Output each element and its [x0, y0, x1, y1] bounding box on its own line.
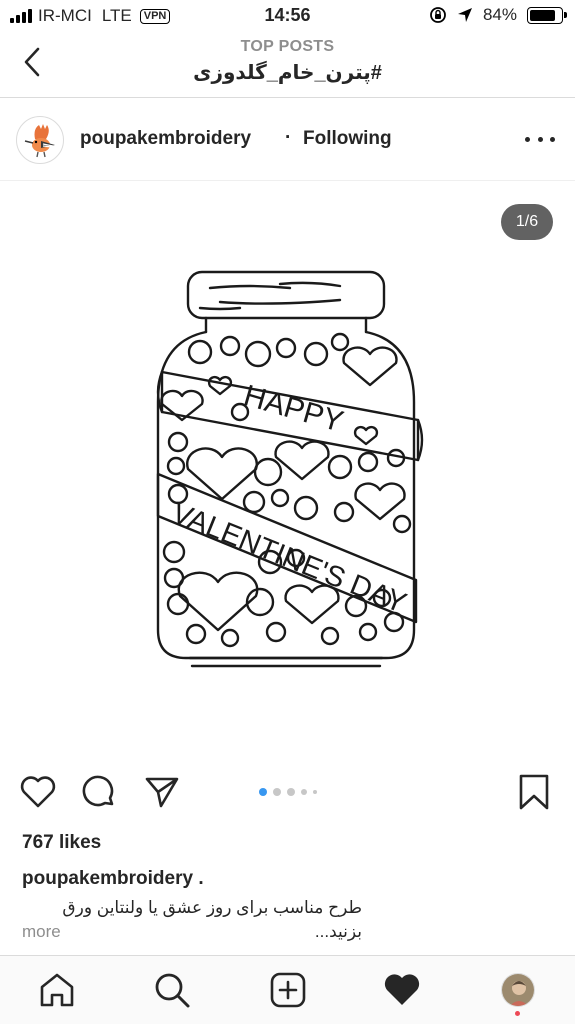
tab-activity[interactable] [380, 968, 424, 1012]
orientation-lock-icon [430, 7, 446, 23]
search-icon [155, 973, 190, 1008]
likes-count[interactable]: 767 likes [22, 832, 101, 854]
carousel-counter: 1/6 [501, 204, 553, 240]
home-icon [40, 973, 74, 1007]
battery-icon [527, 6, 567, 24]
location-icon [457, 8, 472, 22]
battery-percent: 84% [482, 5, 517, 24]
avatar[interactable] [16, 116, 64, 164]
carousel-dot [300, 789, 307, 795]
valentine-jar-illustration: HAPPY VALENTINE'S DAY [156, 270, 424, 668]
carousel-dot [258, 788, 267, 796]
carousel-dot [272, 788, 281, 796]
profile-avatar [501, 973, 535, 1007]
heart-filled-icon [384, 974, 420, 1005]
status-bar: IR-MCI LTE VPN 14:56 84% [0, 0, 575, 34]
hashtag-title: #پترن_خام_گلدوزی [193, 62, 382, 84]
nav-header: TOP POSTS #پترن_خام_گلدوزی [0, 34, 575, 98]
post-username[interactable]: poupakembroidery [80, 128, 251, 150]
tab-new-post[interactable] [266, 968, 310, 1012]
tab-profile[interactable] [496, 968, 540, 1012]
tab-bar [0, 955, 575, 1024]
caption-username[interactable]: poupakembroidery . [22, 868, 204, 890]
tab-search[interactable] [150, 968, 194, 1012]
nav-subtitle: TOP POSTS [240, 38, 335, 55]
post-header: poupakembroidery · Following [0, 99, 575, 181]
following-button[interactable]: Following [303, 128, 392, 150]
post-image[interactable]: 1/6 HAPPY VALENTINE'S DAY [0, 182, 575, 757]
bookmark-icon [519, 774, 549, 810]
tab-home[interactable] [35, 968, 79, 1012]
carousel-dots [0, 788, 575, 796]
hoopoe-bird-icon [24, 124, 55, 158]
carousel-dot [312, 790, 317, 794]
more-horizontal-icon [525, 136, 530, 142]
status-right: 84% [429, 5, 567, 25]
separator-dot: · [285, 127, 292, 148]
save-button[interactable] [514, 772, 554, 812]
notification-dot [515, 1011, 520, 1016]
carousel-dot [286, 788, 295, 796]
caption-text: طرح مناسب برای روز عشق یا ولنتاین ورق بز… [62, 898, 362, 941]
more-options-button[interactable] [525, 127, 555, 151]
action-bar [0, 760, 575, 824]
plus-square-icon [270, 972, 306, 1008]
more-link[interactable]: more [22, 922, 61, 942]
